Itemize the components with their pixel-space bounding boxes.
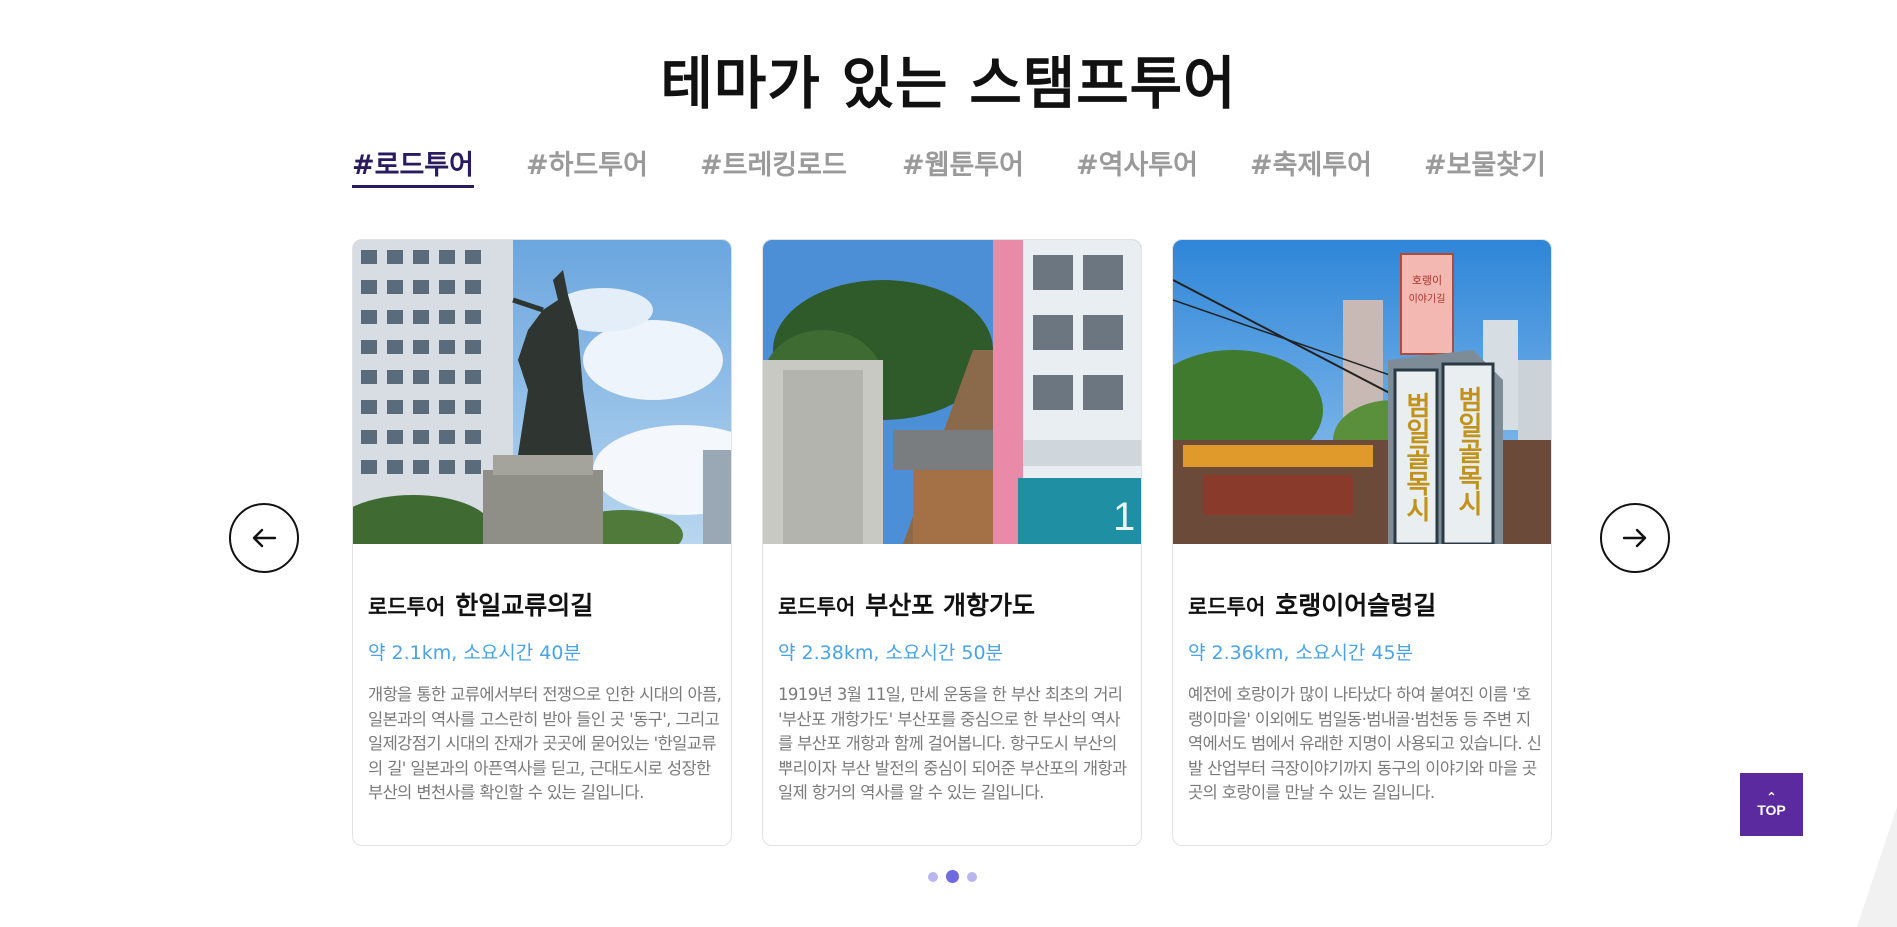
sign-label-bottom: 이야기길 bbox=[1409, 292, 1446, 305]
pagination-dot[interactable] bbox=[928, 871, 938, 882]
pagination-dot[interactable] bbox=[967, 871, 977, 882]
card-description: 1919년 3월 11일, 만세 운동을 한 부산 최초의 거리 '부산포 개항… bbox=[778, 685, 1127, 802]
tour-card[interactable]: 1 로드투어 부산포 개항가도 약 2.38km, 소요시간 50분 1919년 … bbox=[762, 239, 1142, 846]
pillar-text-right: 범일골목시 bbox=[1453, 386, 1483, 516]
page-title: 테마가 있는 스탬프투어 bbox=[660, 50, 1237, 117]
alley-photo: 호랭이 이야기길 범일골목시 범일골목시 bbox=[1173, 240, 1551, 544]
tab-treasure-hunt[interactable]: #보물찾기 bbox=[1424, 148, 1546, 184]
card-distance-time: 약 2.1km, 소요시간 40분 bbox=[368, 642, 581, 664]
street-photo: 1 bbox=[763, 240, 1141, 544]
arrow-right-icon bbox=[1622, 528, 1647, 548]
tab-road-tour[interactable]: #로드투어 bbox=[352, 148, 474, 188]
corner-decoration bbox=[1857, 807, 1897, 927]
pagination-dot-active[interactable] bbox=[946, 870, 959, 883]
card-route-name: 호랭이어슬렁길 bbox=[1275, 591, 1437, 620]
card-category: 로드투어 bbox=[368, 595, 446, 619]
statue-photo bbox=[353, 240, 731, 544]
card-route-name: 한일교류의길 bbox=[455, 591, 594, 620]
prev-slide-button[interactable] bbox=[229, 503, 299, 573]
card-title: 로드투어 호랭이어슬렁길 bbox=[1188, 586, 1436, 622]
chevron-up-icon: ⌃ bbox=[1766, 789, 1777, 804]
scroll-to-top-button[interactable]: ⌃ TOP bbox=[1740, 773, 1803, 836]
svg-text:1: 1 bbox=[1113, 495, 1135, 539]
card-description: 예전에 호랑이가 많이 나타났다 하여 붙여진 이름 '호랭이마을' 이외에도 … bbox=[1188, 685, 1542, 802]
card-route-name: 부산포 개항가도 bbox=[865, 591, 1035, 620]
card-distance-time: 약 2.36km, 소요시간 45분 bbox=[1188, 642, 1414, 664]
card-title: 로드투어 부산포 개항가도 bbox=[778, 586, 1035, 622]
pillar-text-left: 범일골목시 bbox=[1401, 392, 1431, 522]
arrow-left-icon bbox=[252, 528, 277, 548]
slider-pagination bbox=[928, 870, 977, 883]
card-category: 로드투어 bbox=[778, 595, 856, 619]
tab-history-tour[interactable]: #역사투어 bbox=[1076, 148, 1198, 184]
top-button-label: TOP bbox=[1757, 801, 1786, 818]
card-category: 로드투어 bbox=[1188, 595, 1266, 619]
tour-card[interactable]: 호랭이 이야기길 범일골목시 범일골목시 로드투어 호랭이어슬렁길 약 2.36k… bbox=[1172, 239, 1552, 846]
tab-trekking-road[interactable]: #트레킹로드 bbox=[700, 148, 847, 184]
card-description: 개항을 통한 교류에서부터 전쟁으로 인한 시대의 아픔, 일본과의 역사를 고… bbox=[368, 685, 722, 802]
card-title: 로드투어 한일교류의길 bbox=[368, 586, 593, 622]
tab-festival-tour[interactable]: #축제투어 bbox=[1250, 148, 1372, 184]
tab-webtoon-tour[interactable]: #웹툰투어 bbox=[902, 148, 1024, 184]
tab-hard-tour[interactable]: #하드투어 bbox=[526, 148, 648, 184]
tour-card[interactable]: 로드투어 한일교류의길 약 2.1km, 소요시간 40분 개항을 통한 교류에서… bbox=[352, 239, 732, 846]
sign-label-top: 호랭이 bbox=[1412, 274, 1442, 287]
next-slide-button[interactable] bbox=[1600, 503, 1670, 573]
card-distance-time: 약 2.38km, 소요시간 50분 bbox=[778, 642, 1004, 664]
